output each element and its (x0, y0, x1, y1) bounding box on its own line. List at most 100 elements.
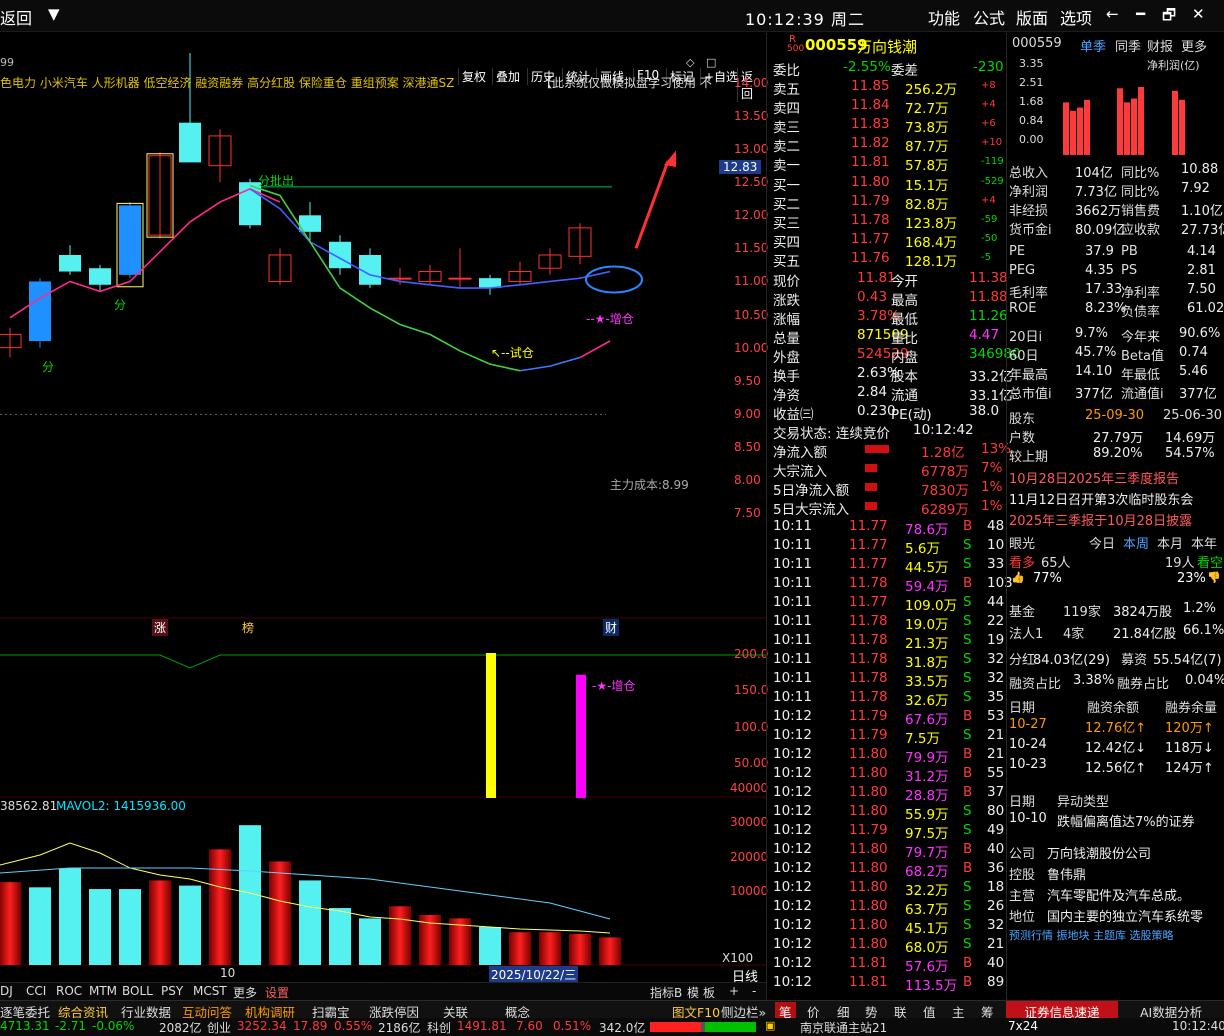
stat-value: 11.26 (969, 308, 1008, 324)
mavol-value: MAVOL2: 1415936.00 (56, 799, 186, 813)
flow-bar (865, 502, 877, 510)
tab-board[interactable]: 板 (703, 984, 715, 1001)
news-item[interactable]: 2025年三季报于10月28日披露 (1009, 510, 1192, 529)
tick-time: 10:12 (773, 841, 812, 857)
badge-rise[interactable]: 涨 (152, 619, 169, 636)
bid-label: 买一 (773, 178, 800, 194)
tab-more[interactable]: 更多 (233, 984, 257, 1001)
tick-row: 10:11 11.78 59.4万 B 103 (773, 574, 1013, 595)
zoom-out-icon[interactable]: - (752, 984, 756, 998)
holders-v1: 89.20% (1093, 446, 1143, 461)
fund-tail[interactable]: 预测行情 振地块 主题库 选股策略 (1009, 927, 1174, 943)
eye-tab-month[interactable]: 本月 (1157, 533, 1183, 552)
price-axis-label: 14.00 (734, 76, 769, 90)
flow-label: 5日净流入额 (773, 483, 850, 499)
tab-indicator-b[interactable]: 指标B (650, 984, 682, 1001)
badge-finance[interactable]: 财 (603, 619, 620, 636)
dropdown-icon[interactable]: ▼ (48, 5, 60, 23)
expand-icon[interactable]: □ (706, 56, 716, 69)
tick-volume: 31.2万 (905, 769, 949, 785)
tick-price: 11.80 (849, 917, 888, 933)
back-button[interactable]: 返回 (0, 5, 32, 29)
eye-tab-today[interactable]: 今日 (1089, 533, 1115, 552)
tab-dj[interactable]: DJ (0, 984, 13, 998)
sh-index[interactable]: 4713.31 (0, 1019, 50, 1033)
tab-more[interactable]: 更多 (1181, 36, 1207, 55)
price-axis-label: 13.50 (734, 109, 769, 124)
volume-bar (479, 927, 501, 965)
tick-time: 10:12 (773, 879, 812, 895)
tab-same-quarter[interactable]: 同季 (1115, 36, 1141, 55)
flow-bar (865, 445, 889, 453)
margin-tbl-row: 10-23 12.56亿↑ 124万↑ (1009, 756, 1223, 776)
val-row: PE 37.9 PB 4.14 (1009, 243, 1223, 262)
menu-layout[interactable]: 版面 (1016, 5, 1048, 29)
tick-count: 21 (987, 746, 1005, 762)
tab-model[interactable]: 模 (687, 984, 699, 1001)
company-label: 公司 (1009, 847, 1036, 862)
eye-tab-year[interactable]: 本年 (1191, 533, 1217, 552)
menu-function[interactable]: 功能 (928, 5, 960, 29)
ask-price: 11.84 (851, 97, 890, 113)
restore-icon[interactable]: 🗗 (1162, 5, 1176, 30)
menu-options[interactable]: 选项 (1060, 5, 1092, 29)
bid-price: 11.78 (851, 212, 890, 228)
tick-volume: 21.3万 (905, 636, 949, 652)
indicator-axis: 200.0 150.0 100.0 50.00 (730, 640, 770, 800)
minimize-icon[interactable]: ━ (1136, 5, 1145, 23)
news-item[interactable]: 10月28日2025年三季度报告 (1009, 468, 1179, 487)
concept-tags[interactable]: 色电力 小米汽车 人形机器 低空经济 融资融券 高分红股 保险重仓 重组预案 深… (0, 74, 454, 91)
badge-rank[interactable]: 榜 (242, 619, 254, 636)
server-name[interactable]: 南京联通主站21 (800, 1019, 887, 1036)
tick-side: S (963, 556, 972, 572)
tab-boll[interactable]: BOLL (122, 984, 153, 998)
tick-time: 10:11 (773, 613, 812, 629)
inst-pct: 1.2% (1183, 601, 1217, 616)
tick-side: B (963, 746, 973, 762)
profit-bar (1077, 107, 1083, 155)
eye-pct-bull: 77% (1033, 571, 1062, 586)
perf-label: 20日i (1009, 330, 1043, 345)
cy-index[interactable]: 3252.34 (237, 1019, 287, 1033)
tab-mcst[interactable]: MCST (193, 984, 227, 998)
thumb-down-icon[interactable]: 👎 (1207, 571, 1221, 584)
tab-settings[interactable]: 设置 (265, 984, 289, 1001)
stat-value: 11.88 (969, 289, 1008, 305)
diamond-icon[interactable]: ◇ (686, 56, 694, 69)
tab-psy[interactable]: PSY (161, 984, 183, 998)
tick-row: 10:12 11.80 32.2万 S 18 (773, 878, 1005, 899)
fund-value: 104亿 (1075, 166, 1113, 181)
stat-row: 换手 2.63% 股本 33.2亿 (773, 364, 1013, 385)
candle-body (59, 255, 81, 272)
kc-index[interactable]: 1491.81 (457, 1019, 507, 1033)
tick-count: 40 (987, 841, 1005, 857)
weibi-row: 委比 -2.55% 委差 -230 (773, 58, 1005, 79)
inst-count: 4家 (1063, 627, 1085, 642)
menu-formula[interactable]: 公式 (973, 5, 1005, 29)
thumb-up-icon[interactable]: 👍 (1011, 571, 1025, 584)
volume-bar (119, 889, 141, 965)
tab-quarter[interactable]: 单季 (1080, 36, 1106, 55)
tick-price: 11.78 (849, 651, 888, 667)
stat-value: 0.43 (857, 289, 888, 305)
volume-bar (0, 882, 21, 965)
index-ticker: 4713.31 -2.71 -0.06% 2082亿 创业 3252.34 17… (0, 1018, 1224, 1036)
news-item[interactable]: 11月12日召开第3次临时股东会 (1009, 489, 1193, 508)
back-arrow-icon[interactable]: ← (1106, 5, 1119, 23)
tab-mtm[interactable]: MTM (89, 984, 117, 998)
news-7x24[interactable]: 7x24 (1008, 1019, 1038, 1033)
price-chart[interactable] (0, 53, 766, 1000)
tick-volume: 109.0万 (905, 598, 958, 614)
zoom-in-icon[interactable]: + (729, 984, 739, 998)
anom-date: 10-10 (1009, 811, 1047, 826)
eye-tab-week[interactable]: 本周 (1123, 533, 1149, 552)
btn-info-express[interactable]: 证券信息速递 (1006, 1001, 1118, 1020)
tab-cci[interactable]: CCI (26, 984, 46, 998)
profit-bar (1138, 86, 1144, 155)
bid-price: 11.76 (851, 250, 890, 266)
tab-roc[interactable]: ROC (56, 984, 82, 998)
sh-pct: -0.06% (92, 1019, 135, 1033)
fund-label: 货币金i (1009, 223, 1052, 238)
tab-report[interactable]: 财报 (1147, 36, 1173, 55)
close-icon[interactable]: ✕ (1192, 5, 1205, 23)
